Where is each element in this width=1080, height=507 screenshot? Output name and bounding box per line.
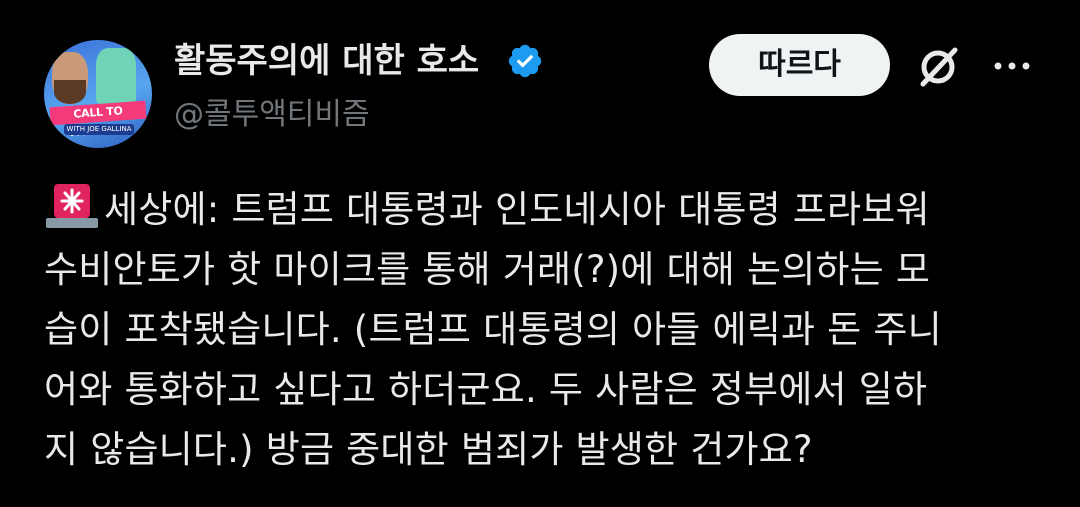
tweet-line: 수비안토가 핫 마이크를 통해 거래(?)에 대해 논의하는 모 bbox=[44, 248, 931, 291]
avatar-statue bbox=[96, 48, 136, 104]
tweet-line: 세상에: 트럼프 대통령과 인도네시아 대통령 프라보워 bbox=[44, 180, 1044, 240]
grok-icon[interactable] bbox=[915, 44, 961, 90]
tweet-line-text: 세상에: 트럼프 대통령과 인도네시아 대통령 프라보워 bbox=[104, 188, 930, 231]
avatar-beard bbox=[54, 80, 86, 104]
avatar-sub-text: WITH JOE GALLINA bbox=[64, 124, 134, 135]
tweet-line: 어와 통화하고 싶다고 하더군요. 두 사람은 정부에서 일하 bbox=[44, 368, 928, 411]
tweet-header: CALL TO ACTIVISM WITH JOE GALLINA 활동주의에 … bbox=[0, 0, 1080, 150]
tweet-text: 세상에: 트럼프 대통령과 인도네시아 대통령 프라보워 수비안토가 핫 마이크… bbox=[44, 180, 1044, 480]
tweet-line: 지 않습니다.) 방금 중대한 범죄가 발생한 건가요? bbox=[44, 428, 813, 471]
display-name[interactable]: 활동주의에 대한 호소 bbox=[174, 38, 479, 84]
siren-icon bbox=[46, 184, 98, 228]
avatar[interactable]: CALL TO ACTIVISM WITH JOE GALLINA bbox=[44, 40, 152, 148]
avatar-banner-text: CALL TO ACTIVISM bbox=[49, 100, 147, 139]
user-handle[interactable]: @콜투액티비즘 bbox=[174, 94, 370, 136]
more-options-icon[interactable] bbox=[990, 54, 1034, 78]
tweet-line: 습이 포착됐습니다. (트럼프 대통령의 아들 에릭과 돈 주니 bbox=[44, 308, 942, 351]
verified-badge-icon bbox=[508, 44, 542, 78]
follow-button[interactable]: 따르다 bbox=[709, 34, 890, 96]
